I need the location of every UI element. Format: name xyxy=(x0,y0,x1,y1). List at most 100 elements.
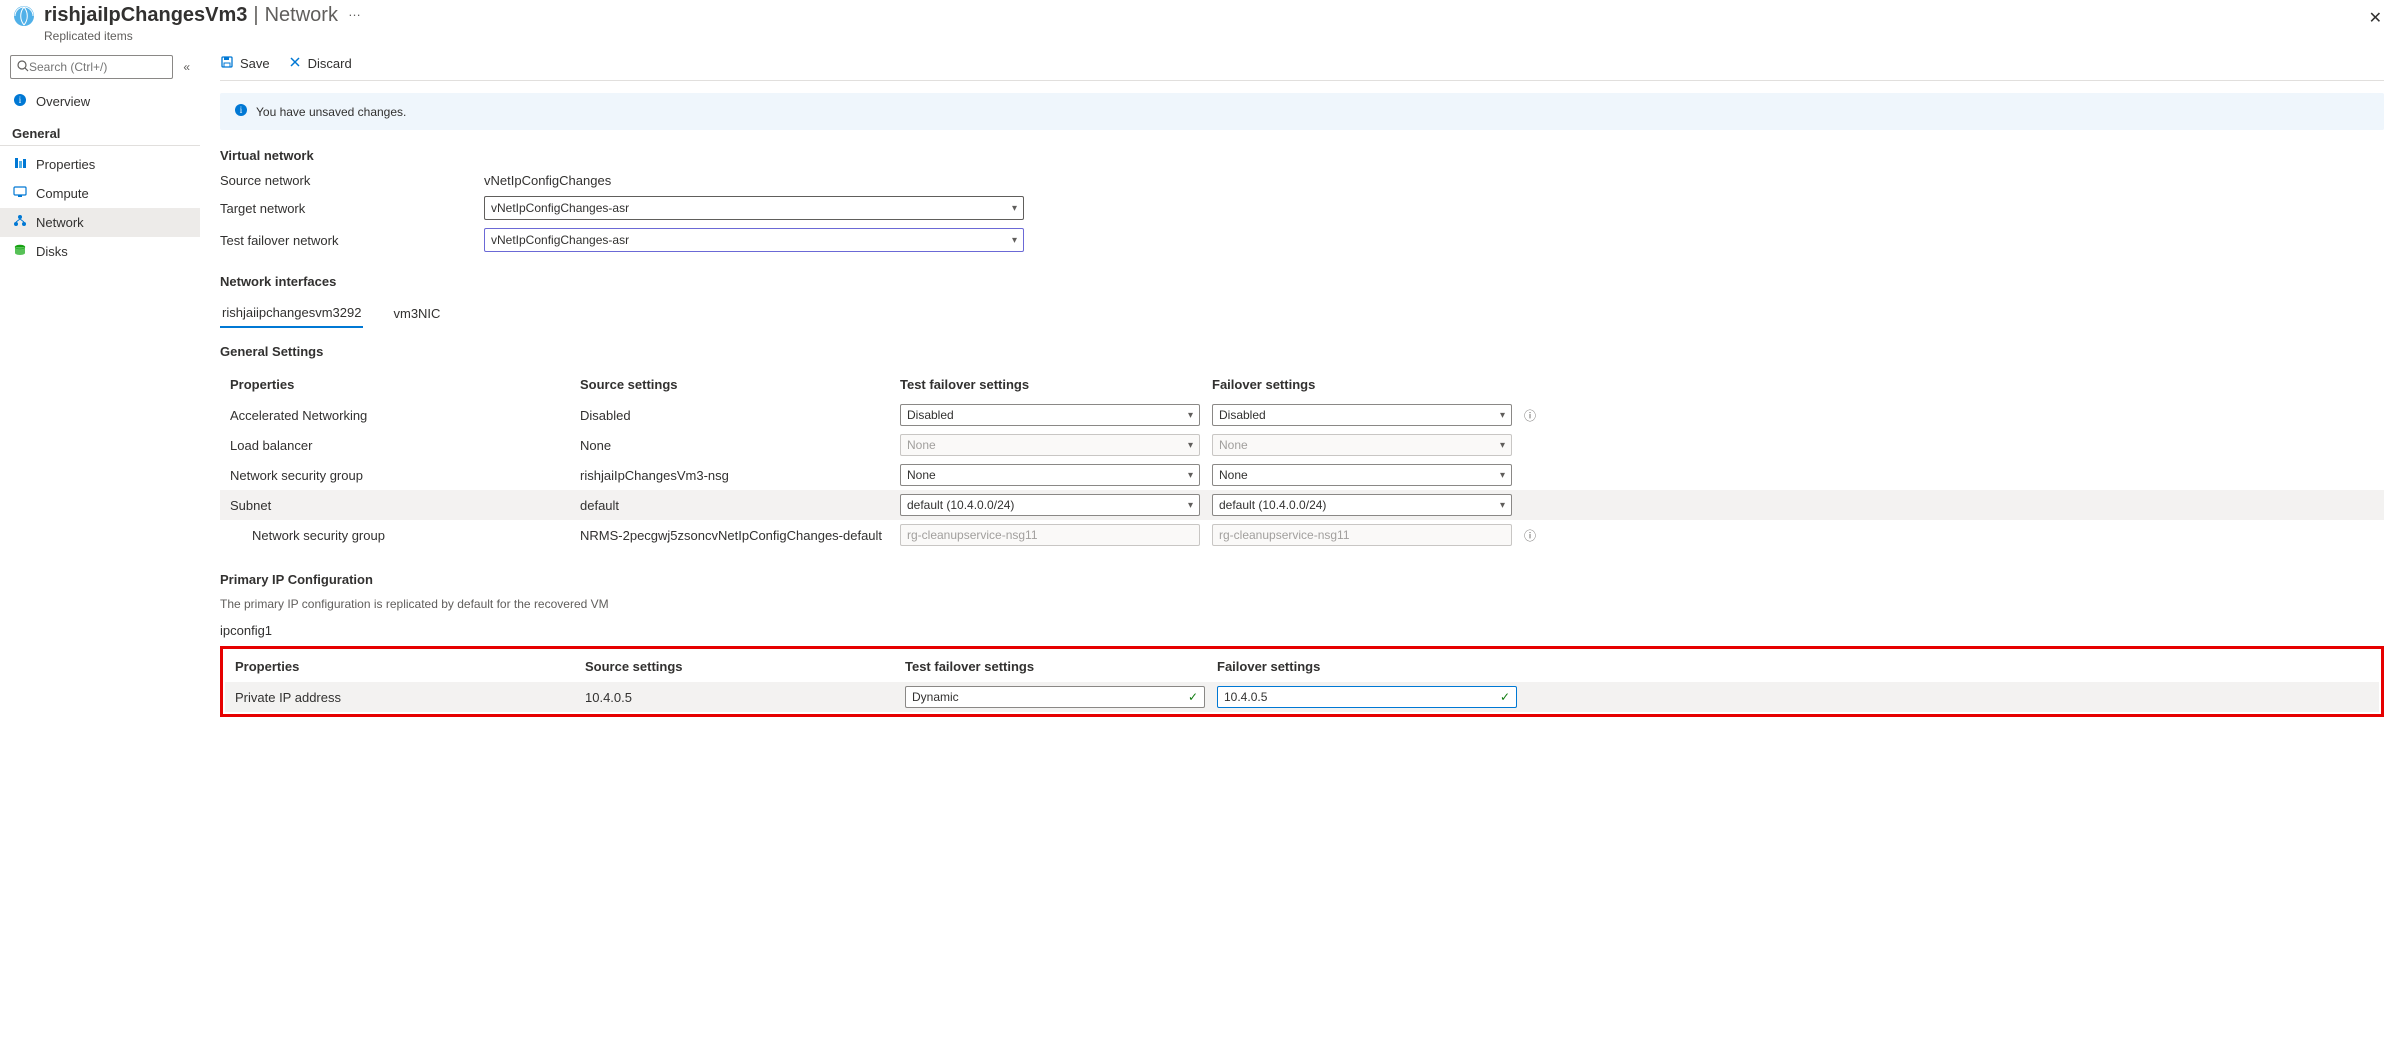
source-value: None xyxy=(580,438,900,453)
nav-network[interactable]: Network xyxy=(0,208,200,237)
properties-icon xyxy=(12,156,28,173)
dropdown-value: None xyxy=(907,468,936,482)
row-target-network: Target network vNetIpConfigChanges-asr ▾ xyxy=(220,196,2384,220)
nic-tabs: rishjaiipchangesvm3292 vm3NIC xyxy=(220,299,2384,328)
sidebar: « i Overview General Properties Compute xyxy=(0,47,200,757)
dropdown-value: default (10.4.0.0/24) xyxy=(1219,498,1326,512)
fo-accel-net-dropdown[interactable]: Disabled▾ xyxy=(1212,404,1512,426)
prop-label: Network security group xyxy=(230,468,580,483)
nav-overview[interactable]: i Overview xyxy=(0,87,200,116)
prop-label: Network security group xyxy=(230,528,580,543)
col-failover: Failover settings xyxy=(1217,659,1529,674)
discard-icon xyxy=(288,55,302,72)
source-value: default xyxy=(580,498,900,513)
more-menu[interactable]: … xyxy=(348,4,361,19)
toolbar: Save Discard xyxy=(220,47,2384,81)
discard-button[interactable]: Discard xyxy=(288,55,352,72)
dropdown-value: vNetIpConfigChanges-asr xyxy=(491,201,629,215)
ip-table-header: Properties Source settings Test failover… xyxy=(225,651,2379,682)
check-icon: ✓ xyxy=(1500,690,1510,704)
value: vNetIpConfigChanges xyxy=(484,173,611,188)
resource-name: rishjaiIpChangesVm3 xyxy=(44,4,247,27)
ipconfig-name: ipconfig1 xyxy=(220,623,2384,638)
tfo-network-dropdown[interactable]: vNetIpConfigChanges-asr ▾ xyxy=(484,228,1024,252)
section-description: The primary IP configuration is replicat… xyxy=(220,597,2384,611)
col-source: Source settings xyxy=(585,659,905,674)
nav-label: Network xyxy=(36,215,84,230)
tfo-accel-net-dropdown[interactable]: Disabled▾ xyxy=(900,404,1200,426)
dropdown-value: None xyxy=(1219,438,1248,452)
save-icon xyxy=(220,55,234,72)
page-title: rishjaiIpChangesVm3 | Network xyxy=(44,4,338,27)
dropdown-value: default (10.4.0.0/24) xyxy=(907,498,1014,512)
input-value: Dynamic xyxy=(912,690,959,704)
source-value: rishjaiIpChangesVm3-nsg xyxy=(580,468,900,483)
chevron-down-icon: ▾ xyxy=(1500,440,1505,451)
nic-tab[interactable]: vm3NIC xyxy=(391,300,442,327)
fo-nsg-dropdown[interactable]: None ▾ xyxy=(1212,464,1512,486)
target-network-dropdown[interactable]: vNetIpConfigChanges-asr ▾ xyxy=(484,196,1024,220)
tfo-subnet-dropdown[interactable]: default (10.4.0.0/24)▾ xyxy=(900,494,1200,516)
nav-compute[interactable]: Compute xyxy=(0,179,200,208)
prop-label: Subnet xyxy=(230,498,580,513)
dropdown-value: None xyxy=(1219,468,1248,482)
nav-label: Disks xyxy=(36,244,68,259)
tfo-lb-dropdown[interactable]: None▾ xyxy=(900,434,1200,456)
tfo-subnet-nsg-input: rg-cleanupservice-nsg11 xyxy=(900,524,1200,546)
nic-tab-active[interactable]: rishjaiipchangesvm3292 xyxy=(220,299,363,328)
network-icon xyxy=(12,214,28,231)
fo-lb-dropdown[interactable]: None ▾ xyxy=(1212,434,1512,456)
chevron-down-icon: ▾ xyxy=(1012,235,1017,246)
col-properties: Properties xyxy=(230,377,580,392)
disks-icon xyxy=(12,243,28,260)
source-value: 10.4.0.5 xyxy=(585,690,905,705)
dropdown-value: vNetIpConfigChanges-asr xyxy=(491,233,629,247)
breadcrumb[interactable]: Replicated items xyxy=(44,29,338,43)
fo-private-ip-input[interactable]: 10.4.0.5✓ xyxy=(1217,686,1517,708)
search-input[interactable] xyxy=(10,55,173,79)
close-button[interactable]: ✕ xyxy=(2365,4,2386,32)
input-value: rg-cleanupservice-nsg11 xyxy=(907,528,1038,542)
col-tfo: Test failover settings xyxy=(900,377,1212,392)
dropdown-value: None xyxy=(907,438,936,452)
row-accelerated-networking: Accelerated Networking Disabled Disabled… xyxy=(220,400,2384,430)
tfo-nsg-dropdown[interactable]: None ▾ xyxy=(900,464,1200,486)
col-properties: Properties xyxy=(235,659,585,674)
nav-label: Compute xyxy=(36,186,89,201)
collapse-sidebar-icon[interactable]: « xyxy=(183,60,190,74)
label: Test failover network xyxy=(220,233,484,248)
dropdown-value: Disabled xyxy=(1219,408,1266,422)
info-icon[interactable]: ⓘ xyxy=(1524,407,1554,424)
source-value: Disabled xyxy=(580,408,900,423)
col-source: Source settings xyxy=(580,377,900,392)
nav-label: Properties xyxy=(36,157,95,172)
nav-group-general: General xyxy=(0,116,200,146)
prop-label: Load balancer xyxy=(230,438,580,453)
col-tfo: Test failover settings xyxy=(905,659,1217,674)
button-label: Save xyxy=(240,56,270,71)
save-button[interactable]: Save xyxy=(220,55,270,72)
nav-properties[interactable]: Properties xyxy=(0,150,200,179)
page-header: rishjaiIpChangesVm3 | Network Replicated… xyxy=(0,0,2398,47)
fo-subnet-dropdown[interactable]: default (10.4.0.0/24)▾ xyxy=(1212,494,1512,516)
fo-subnet-nsg-input: rg-cleanupservice-nsg11 xyxy=(1212,524,1512,546)
info-icon[interactable]: ⓘ xyxy=(1524,527,1554,544)
info-icon: i xyxy=(12,93,28,110)
blade-name: Network xyxy=(265,4,338,27)
chevron-down-icon: ▾ xyxy=(1500,470,1505,481)
button-label: Discard xyxy=(308,56,352,71)
row-subnet: Subnet default default (10.4.0.0/24)▾ de… xyxy=(220,490,2384,520)
info-icon: i xyxy=(234,103,248,120)
row-source-network: Source network vNetIpConfigChanges xyxy=(220,173,2384,188)
tfo-private-ip-input[interactable]: Dynamic✓ xyxy=(905,686,1205,708)
nav-disks[interactable]: Disks xyxy=(0,237,200,266)
highlighted-region: Properties Source settings Test failover… xyxy=(220,646,2384,717)
chevron-down-icon: ▾ xyxy=(1188,470,1193,481)
section-general-settings: General Settings xyxy=(220,344,2384,359)
search-icon xyxy=(17,60,29,75)
row-load-balancer: Load balancer None None▾ None▾ xyxy=(220,430,2384,460)
section-primary-ip: Primary IP Configuration xyxy=(220,572,2384,587)
resource-icon xyxy=(12,4,36,28)
chevron-down-icon: ▾ xyxy=(1188,410,1193,421)
unsaved-changes-banner: i You have unsaved changes. xyxy=(220,93,2384,130)
